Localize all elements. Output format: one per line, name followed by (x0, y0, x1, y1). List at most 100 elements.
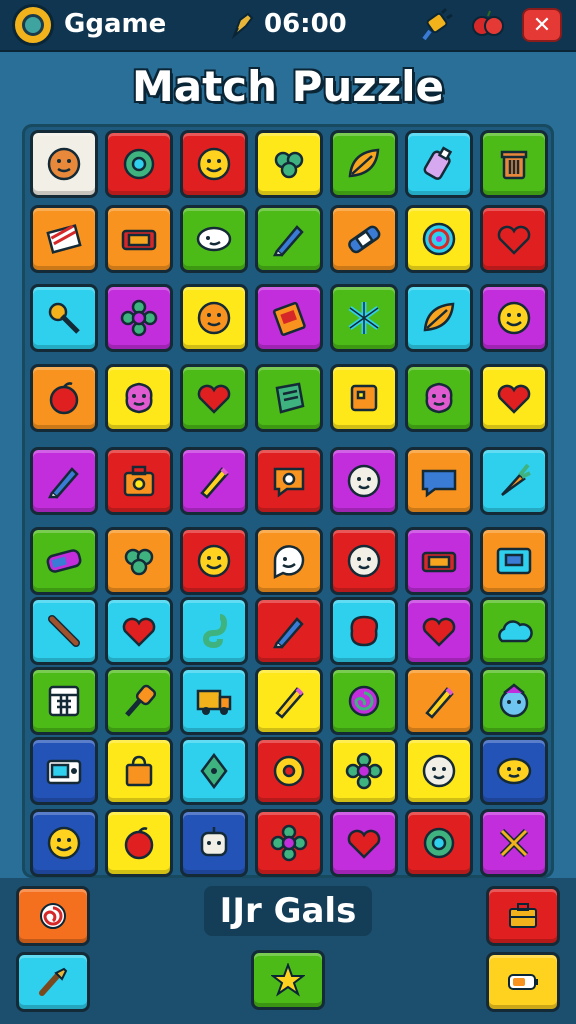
face-icon (422, 754, 456, 788)
tile[interactable] (405, 597, 473, 665)
tile[interactable] (405, 737, 473, 805)
top-bar: Ggame 06:00 ✕ (0, 0, 576, 52)
tile[interactable] (105, 447, 173, 515)
tile[interactable] (330, 364, 398, 432)
heart-icon (497, 225, 531, 255)
tile[interactable] (405, 447, 473, 515)
tile[interactable] (480, 284, 548, 352)
tile[interactable] (180, 205, 248, 273)
tile[interactable] (330, 527, 398, 595)
tile[interactable] (405, 130, 473, 198)
bubble-icon (273, 467, 305, 498)
apple-icon (49, 382, 79, 415)
tile[interactable] (330, 447, 398, 515)
spiral-bubble-icon (422, 222, 456, 256)
tile[interactable] (30, 667, 98, 735)
tile[interactable] (480, 130, 548, 198)
tile[interactable] (255, 597, 323, 665)
tile[interactable] (105, 130, 173, 198)
tile[interactable] (330, 205, 398, 273)
tile[interactable] (180, 527, 248, 595)
shuffle-button[interactable] (16, 886, 90, 946)
tile[interactable] (105, 809, 173, 877)
tile[interactable] (105, 205, 173, 273)
tile[interactable] (30, 205, 98, 273)
flag-icon (46, 224, 82, 254)
tile[interactable] (180, 809, 248, 877)
tile[interactable] (180, 130, 248, 198)
tile[interactable] (405, 527, 473, 595)
plug-icon[interactable] (420, 7, 456, 43)
tile[interactable] (330, 284, 398, 352)
tile[interactable] (480, 447, 548, 515)
blob-icon (350, 615, 378, 647)
tile[interactable] (180, 597, 248, 665)
app-name: Ggame (64, 9, 167, 39)
tile[interactable] (405, 205, 473, 273)
tile[interactable] (30, 597, 98, 665)
tile[interactable] (480, 364, 548, 432)
cookie-face-icon (197, 301, 231, 335)
tile[interactable] (180, 284, 248, 352)
ticket-icon (421, 551, 457, 573)
leaf-icon (423, 302, 455, 332)
tile[interactable] (105, 737, 173, 805)
toolbox-button[interactable] (486, 886, 560, 946)
tile[interactable] (330, 667, 398, 735)
smiley-icon (197, 544, 231, 578)
tile[interactable] (105, 284, 173, 352)
tile[interactable] (330, 597, 398, 665)
ticket-icon (121, 229, 157, 251)
tile[interactable] (105, 364, 173, 432)
tile[interactable] (255, 527, 323, 595)
clover-icon (274, 151, 304, 179)
pen-icon (47, 467, 79, 499)
tile[interactable] (480, 205, 548, 273)
tile[interactable] (255, 284, 323, 352)
stick-icon (48, 615, 80, 647)
tile[interactable] (30, 527, 98, 595)
close-button[interactable]: ✕ (522, 8, 562, 42)
tile[interactable] (330, 130, 398, 198)
tile[interactable] (480, 667, 548, 735)
tile[interactable] (180, 364, 248, 432)
tile[interactable] (30, 737, 98, 805)
tile[interactable] (105, 527, 173, 595)
tile[interactable] (480, 597, 548, 665)
tile[interactable] (480, 527, 548, 595)
tile[interactable] (180, 667, 248, 735)
trash-can-icon (500, 150, 528, 180)
tile[interactable] (255, 205, 323, 273)
hammer-button[interactable] (16, 952, 90, 1012)
tile[interactable] (105, 667, 173, 735)
tile[interactable] (405, 809, 473, 877)
soap-icon (46, 549, 82, 573)
tile[interactable] (30, 364, 98, 432)
carrot-icon (501, 463, 531, 497)
tile[interactable] (405, 364, 473, 432)
tile[interactable] (180, 737, 248, 805)
tile[interactable] (255, 809, 323, 877)
tile[interactable] (255, 364, 323, 432)
tile[interactable] (480, 809, 548, 877)
tile[interactable] (255, 447, 323, 515)
tile[interactable] (405, 284, 473, 352)
battery-button[interactable] (486, 952, 560, 1012)
star-button[interactable] (251, 950, 325, 1010)
tile[interactable] (330, 809, 398, 877)
donut-icon (273, 755, 305, 787)
bean-icon (196, 226, 232, 252)
tile[interactable] (255, 130, 323, 198)
tile[interactable] (255, 737, 323, 805)
tile[interactable] (480, 737, 548, 805)
tile[interactable] (330, 737, 398, 805)
apples-icon[interactable] (470, 7, 506, 43)
tile[interactable] (105, 597, 173, 665)
tile[interactable] (30, 130, 98, 198)
tile[interactable] (180, 447, 248, 515)
tile[interactable] (30, 284, 98, 352)
tile[interactable] (405, 667, 473, 735)
tile[interactable] (255, 667, 323, 735)
tile[interactable] (30, 809, 98, 877)
tile[interactable] (30, 447, 98, 515)
